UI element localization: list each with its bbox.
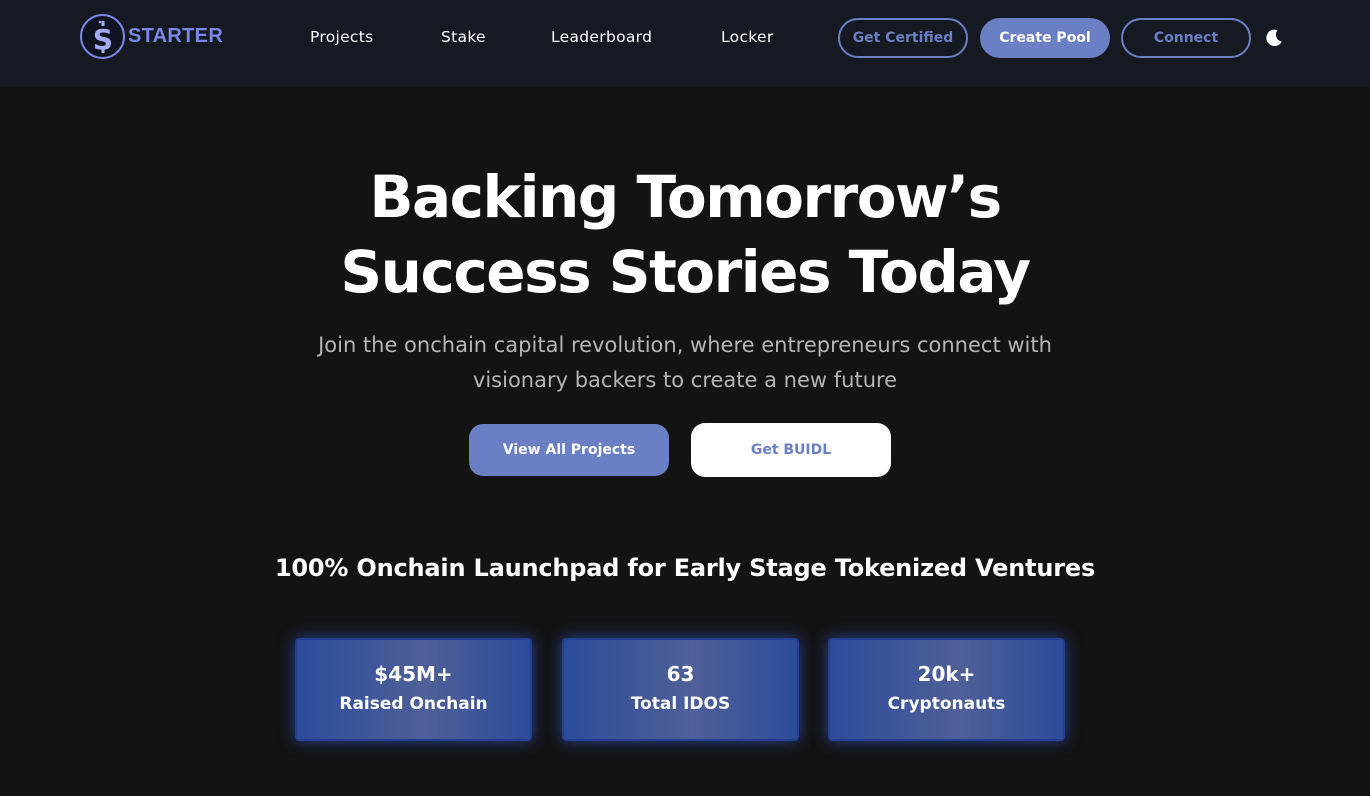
launchpad-tagline: 100% Onchain Launchpad for Early Stage T… [274,554,1096,582]
stat-value: $45M+ [374,662,453,686]
hero-title-line-1: Backing Tomorrow’s [369,163,1002,231]
moon-icon[interactable] [1264,28,1284,48]
stat-value: 63 [666,662,695,686]
stat-label: Total IDOS [630,694,731,714]
top-navbar: S STARTER Projects Stake Leaderboard Loc… [0,0,1370,87]
brand-name: STARTER [128,25,224,47]
stat-card-raised: $45M+ Raised Onchain [295,638,532,741]
nav-link-locker[interactable]: Locker [721,28,774,46]
nav-link-leaderboard[interactable]: Leaderboard [551,28,652,46]
stat-label: Raised Onchain [339,694,488,714]
nav-link-projects[interactable]: Projects [310,28,374,46]
stat-card-cryptonauts: 20k+ Cryptonauts [828,638,1065,741]
logo[interactable]: S STARTER [80,14,223,59]
get-certified-button[interactable]: Get Certified [838,18,968,58]
get-buidl-button[interactable]: Get BUIDL [691,423,891,477]
hero-subtitle: Join the onchain capital revolution, whe… [318,333,1052,392]
view-all-projects-button[interactable]: View All Projects [469,424,669,476]
create-pool-button[interactable]: Create Pool [980,18,1110,58]
stat-value: 20k+ [917,662,976,686]
starter-logo-icon: S [80,14,125,59]
hero-title-line-2: Success Stories Today [340,238,1031,306]
hero-title: Backing Tomorrow’s Success Stories Today [0,160,1370,310]
nav-link-stake[interactable]: Stake [441,28,486,46]
connect-wallet-button[interactable]: Connect [1121,18,1251,58]
stat-card-idos: 63 Total IDOS [562,638,799,741]
stat-label: Cryptonauts [887,694,1006,714]
